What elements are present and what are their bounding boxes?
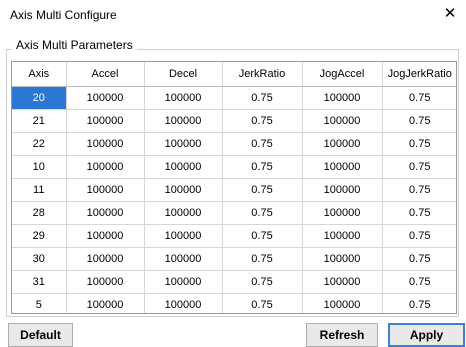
cell-jogjerkratio[interactable]: 0.75 — [382, 155, 456, 179]
cell-jerkratio[interactable]: 0.75 — [222, 201, 303, 225]
default-button[interactable]: Default — [8, 323, 73, 347]
column-header-axis[interactable]: Axis — [12, 62, 67, 87]
cell-jogjerkratio[interactable]: 0.75 — [382, 86, 456, 110]
column-header-jogjerkratio[interactable]: JogJerkRatio — [382, 62, 456, 87]
cell-jogaccel[interactable]: 100000 — [302, 109, 383, 133]
cell-jerkratio[interactable]: 0.75 — [222, 224, 303, 248]
cell-jogaccel[interactable]: 100000 — [302, 224, 383, 248]
table-row[interactable]: 28 100000 100000 0.75 100000 0.75 — [12, 201, 456, 225]
title-bar: Axis Multi Configure ✕ — [0, 0, 466, 28]
close-icon[interactable]: ✕ — [438, 3, 462, 25]
cell-jerkratio[interactable]: 0.75 — [222, 155, 303, 179]
table-row[interactable]: 22 100000 100000 0.75 100000 0.75 — [12, 132, 456, 156]
cell-decel[interactable]: 100000 — [144, 247, 223, 271]
cell-jerkratio[interactable]: 0.75 — [222, 86, 303, 110]
cell-accel[interactable]: 100000 — [66, 109, 145, 133]
cell-axis[interactable]: 5 — [12, 293, 67, 313]
cell-decel[interactable]: 100000 — [144, 132, 223, 156]
window-title: Axis Multi Configure — [10, 8, 117, 22]
table-row[interactable]: 5 100000 100000 0.75 100000 0.75 — [12, 293, 456, 313]
axis-multi-configure-dialog: Axis Multi Configure ✕ Axis Multi Parame… — [0, 0, 466, 347]
cell-axis[interactable]: 11 — [12, 178, 67, 202]
cell-accel[interactable]: 100000 — [66, 86, 145, 110]
cell-jerkratio[interactable]: 0.75 — [222, 293, 303, 313]
column-header-decel[interactable]: Decel — [144, 62, 223, 87]
cell-accel[interactable]: 100000 — [66, 178, 145, 202]
refresh-button[interactable]: Refresh — [306, 323, 378, 347]
header-row: Axis Accel Decel JerkRatio JogAccel JogJ… — [12, 62, 456, 87]
cell-jerkratio[interactable]: 0.75 — [222, 247, 303, 271]
cell-axis[interactable]: 31 — [12, 270, 67, 294]
table-row[interactable]: 20 100000 100000 0.75 100000 0.75 — [12, 86, 456, 110]
table-row[interactable]: 10 100000 100000 0.75 100000 0.75 — [12, 155, 456, 179]
cell-jogjerkratio[interactable]: 0.75 — [382, 270, 456, 294]
table-row[interactable]: 29 100000 100000 0.75 100000 0.75 — [12, 224, 456, 248]
cell-decel[interactable]: 100000 — [144, 270, 223, 294]
cell-jogaccel[interactable]: 100000 — [302, 132, 383, 156]
cell-decel[interactable]: 100000 — [144, 178, 223, 202]
cell-axis[interactable]: 22 — [12, 132, 67, 156]
parameters-grid[interactable]: Axis Accel Decel JerkRatio JogAccel JogJ… — [11, 61, 457, 314]
cell-axis[interactable]: 20 — [12, 86, 67, 110]
cell-axis[interactable]: 28 — [12, 201, 67, 225]
cell-jogjerkratio[interactable]: 0.75 — [382, 224, 456, 248]
cell-jogaccel[interactable]: 100000 — [302, 247, 383, 271]
cell-decel[interactable]: 100000 — [144, 86, 223, 110]
column-header-accel[interactable]: Accel — [66, 62, 145, 87]
cell-jogaccel[interactable]: 100000 — [302, 86, 383, 110]
parameters-table: Axis Accel Decel JerkRatio JogAccel JogJ… — [12, 62, 456, 313]
cell-axis[interactable]: 30 — [12, 247, 67, 271]
cell-jerkratio[interactable]: 0.75 — [222, 109, 303, 133]
cell-accel[interactable]: 100000 — [66, 293, 145, 313]
apply-button[interactable]: Apply — [388, 323, 465, 347]
cell-decel[interactable]: 100000 — [144, 293, 223, 313]
column-header-jogaccel[interactable]: JogAccel — [302, 62, 383, 87]
cell-jogaccel[interactable]: 100000 — [302, 155, 383, 179]
cell-accel[interactable]: 100000 — [66, 132, 145, 156]
cell-axis[interactable]: 10 — [12, 155, 67, 179]
cell-jerkratio[interactable]: 0.75 — [222, 178, 303, 202]
cell-accel[interactable]: 100000 — [66, 270, 145, 294]
cell-axis[interactable]: 21 — [12, 109, 67, 133]
cell-jerkratio[interactable]: 0.75 — [222, 132, 303, 156]
cell-jogjerkratio[interactable]: 0.75 — [382, 201, 456, 225]
cell-axis[interactable]: 29 — [12, 224, 67, 248]
cell-decel[interactable]: 100000 — [144, 201, 223, 225]
table-row[interactable]: 11 100000 100000 0.75 100000 0.75 — [12, 178, 456, 202]
cell-jogjerkratio[interactable]: 0.75 — [382, 178, 456, 202]
groupbox-legend: Axis Multi Parameters — [12, 38, 137, 52]
cell-jogjerkratio[interactable]: 0.75 — [382, 132, 456, 156]
cell-jogjerkratio[interactable]: 0.75 — [382, 293, 456, 313]
cell-jogjerkratio[interactable]: 0.75 — [382, 247, 456, 271]
cell-jogaccel[interactable]: 100000 — [302, 270, 383, 294]
table-row[interactable]: 30 100000 100000 0.75 100000 0.75 — [12, 247, 456, 271]
cell-decel[interactable]: 100000 — [144, 155, 223, 179]
table-row[interactable]: 21 100000 100000 0.75 100000 0.75 — [12, 109, 456, 133]
cell-accel[interactable]: 100000 — [66, 155, 145, 179]
cell-jogaccel[interactable]: 100000 — [302, 178, 383, 202]
cell-accel[interactable]: 100000 — [66, 201, 145, 225]
table-row[interactable]: 31 100000 100000 0.75 100000 0.75 — [12, 270, 456, 294]
cell-decel[interactable]: 100000 — [144, 224, 223, 248]
cell-accel[interactable]: 100000 — [66, 224, 145, 248]
cell-accel[interactable]: 100000 — [66, 247, 145, 271]
table-body: 20 100000 100000 0.75 100000 0.75 21 100000 1000… — [12, 86, 456, 313]
cell-decel[interactable]: 100000 — [144, 109, 223, 133]
cell-jogjerkratio[interactable]: 0.75 — [382, 109, 456, 133]
column-header-jerkratio[interactable]: JerkRatio — [222, 62, 303, 87]
cell-jogaccel[interactable]: 100000 — [302, 293, 383, 313]
cell-jogaccel[interactable]: 100000 — [302, 201, 383, 225]
cell-jerkratio[interactable]: 0.75 — [222, 270, 303, 294]
